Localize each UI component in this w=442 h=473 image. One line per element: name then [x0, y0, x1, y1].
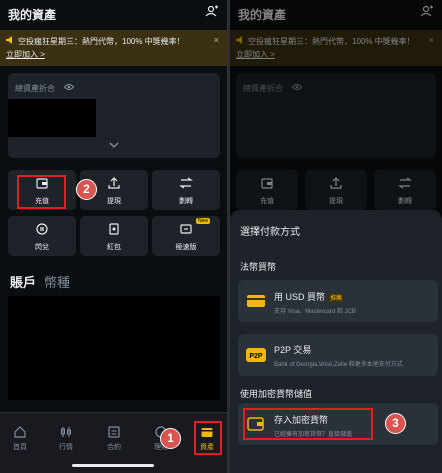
- home-icon: [14, 426, 26, 438]
- nav-home[interactable]: 首頁: [2, 425, 38, 452]
- option-p2p-desc: Bank of Georgia,Wise,Zelle 和更多本地支付方式: [274, 362, 403, 368]
- option-buy-usd-name: 用 USD 買幣 推薦: [274, 292, 345, 303]
- option-p2p-name: P2P 交易: [274, 345, 312, 355]
- section-fiat: 法幣買幣: [240, 262, 277, 272]
- asset-screen: 我的資產 空投瘋狂星期三：熱門代幣，100% 中獎幾率！ 立即加入 > × 總資…: [0, 0, 227, 473]
- option-buy-usd[interactable]: 用 USD 買幣 推薦 支持 Visa、Mastercard 和 JCB: [238, 280, 438, 322]
- option-buy-usd-desc: 支持 Visa、Mastercard 和 JCB: [274, 309, 356, 315]
- user-transfer-icon[interactable]: [205, 5, 219, 17]
- close-icon[interactable]: ×: [214, 35, 219, 45]
- convert-icon: [36, 223, 48, 235]
- hidden-account-list: [8, 296, 220, 400]
- promo-link[interactable]: 立即加入 >: [6, 49, 45, 60]
- nav-futures[interactable]: 合約: [96, 425, 132, 452]
- svg-text:P2P: P2P: [249, 353, 263, 360]
- highlight-deposit-crypto: [243, 408, 373, 440]
- bottom-nav: 首頁 行情 合約 理財 資產: [0, 412, 227, 473]
- lite-mode-icon: [180, 224, 192, 234]
- promo-text: 空投瘋狂星期三：熱門代幣，100% 中獎幾率！: [18, 37, 185, 46]
- lite-mode-label: 極速版: [175, 244, 197, 251]
- p2p-icon: P2P: [246, 348, 266, 362]
- convert-label: 閃兌: [35, 244, 49, 251]
- upload-icon: [108, 177, 120, 189]
- total-asset-label: 總資產折合: [15, 84, 55, 93]
- promo-banner[interactable]: 空投瘋狂星期三：熱門代幣，100% 中獎幾率！ 立即加入 > ×: [0, 30, 227, 66]
- eye-icon[interactable]: [64, 83, 74, 91]
- highlight-deposit: [17, 175, 66, 209]
- new-badge: New: [195, 218, 210, 224]
- payment-method-screen: 我的資產 空投瘋狂星期三：熱門代幣，100% 中獎幾率！ 立即加入 > × 總資…: [230, 0, 442, 473]
- chevron-down-icon[interactable]: [108, 141, 120, 149]
- recommended-tag: 推薦: [328, 293, 345, 303]
- transfer-button[interactable]: 劃轉: [152, 170, 220, 210]
- nav-home-label: 首頁: [13, 444, 27, 451]
- total-asset-card: 總資產折合: [8, 73, 220, 158]
- sheet-title: 選擇付款方式: [240, 227, 300, 238]
- nav-futures-label: 合約: [107, 444, 121, 451]
- highlight-assets-tab: [194, 421, 222, 455]
- futures-icon: [108, 426, 120, 438]
- nav-markets[interactable]: 行情: [48, 425, 84, 452]
- home-indicator: [72, 464, 154, 467]
- tab-coins[interactable]: 幣種: [44, 275, 70, 290]
- step-badge-2: 2: [76, 179, 97, 200]
- convert-button[interactable]: 閃兌: [8, 216, 76, 256]
- option-p2p[interactable]: P2P P2P 交易 Bank of Georgia,Wise,Zelle 和更…: [238, 334, 438, 376]
- tab-account[interactable]: 賬戶: [10, 275, 36, 290]
- section-crypto: 使用加密貨幣儲值: [240, 389, 313, 399]
- step-badge-1: 1: [160, 428, 181, 449]
- hidden-balance: [8, 99, 96, 137]
- payment-method-sheet: 選擇付款方式 法幣買幣 用 USD 買幣 推薦 支持 Visa、Mastercar…: [230, 210, 442, 473]
- nav-markets-label: 行情: [59, 444, 73, 451]
- page-title: 我的資產: [8, 8, 57, 22]
- transfer-icon: [179, 177, 193, 189]
- megaphone-icon: [6, 36, 12, 44]
- red-packet-button[interactable]: 紅包: [80, 216, 148, 256]
- candlestick-icon: [61, 427, 71, 437]
- transfer-label: 劃轉: [179, 198, 193, 205]
- red-packet-label: 紅包: [107, 244, 121, 251]
- account-tabs: 賬戶 幣種: [10, 272, 70, 291]
- red-packet-icon: [109, 223, 119, 235]
- lite-mode-button[interactable]: New 極速版: [152, 216, 220, 256]
- card-icon: [247, 295, 265, 307]
- step-badge-3: 3: [385, 413, 406, 434]
